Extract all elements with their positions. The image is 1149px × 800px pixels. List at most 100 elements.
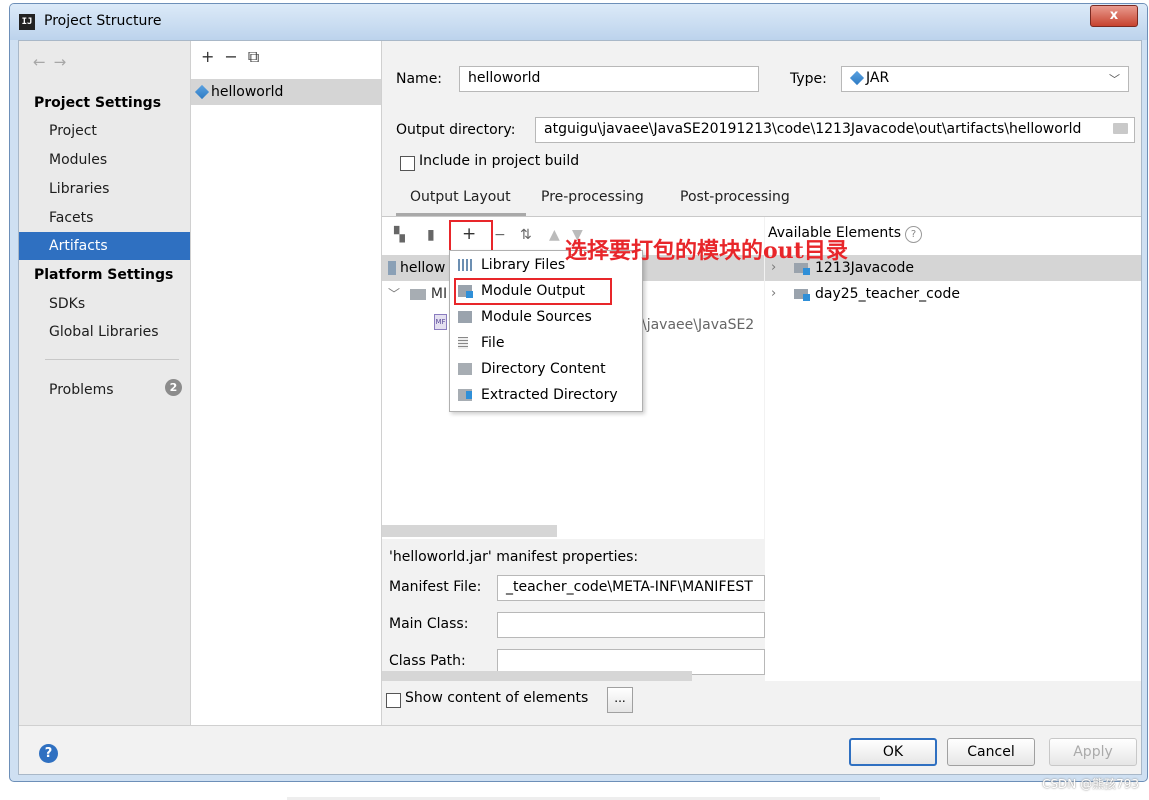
manifest-file-input[interactable]: _teacher_code\META-INF\MANIFEST [497, 575, 765, 601]
meta-inf-label: MI [430, 286, 448, 302]
available-item-label: day25_teacher_code [815, 286, 960, 302]
create-directory-icon[interactable]: ▚ [394, 227, 405, 243]
remove-artifact-icon[interactable]: − [224, 47, 247, 66]
jar-file-icon [388, 261, 396, 275]
help-icon[interactable]: ? [905, 226, 923, 243]
cancel-button[interactable]: Cancel [947, 738, 1035, 766]
available-elements-panel: Available Elements? › 1213Javacode › day… [765, 217, 1141, 681]
sidebar-item-modules[interactable]: Modules [19, 146, 190, 174]
show-content-checkbox[interactable] [386, 693, 401, 708]
extracted-directory-icon [458, 389, 472, 401]
output-directory-value: atguigu\javaee\JavaSE20191213\code\1213J… [544, 121, 1082, 137]
back-forward-icon[interactable]: ←→ [33, 53, 74, 71]
copy-artifact-icon[interactable]: ⧉ [248, 47, 269, 66]
module-output-highlight [454, 278, 612, 305]
chevron-right-icon: › [771, 286, 777, 301]
menu-item-label: File [481, 335, 505, 351]
manifest-properties-panel: 'helloworld.jar' manifest properties: Ma… [382, 539, 765, 681]
menu-item-label: Module Sources [481, 309, 592, 325]
tab-post-processing[interactable]: Post-processing [680, 189, 790, 205]
menu-item-label: Directory Content [481, 361, 606, 377]
dialog-footer: ? OK Cancel Apply [19, 725, 1141, 774]
dialog-content: ←→ Project Settings Project Modules Libr… [18, 40, 1142, 775]
artifact-editor: Name: helloworld Type: JAR ﹀ Output dire… [382, 41, 1141, 725]
jar-artifact-icon [194, 84, 210, 100]
tab-output-layout[interactable]: Output Layout [410, 189, 511, 205]
show-content-label: Show content of elements [405, 690, 589, 706]
folder-browse-icon[interactable] [1113, 123, 1128, 134]
jar-type-icon [849, 70, 865, 86]
name-label: Name: [396, 71, 443, 87]
sidebar-divider [45, 359, 179, 360]
tab-pre-processing[interactable]: Pre-processing [541, 189, 644, 205]
create-archive-icon[interactable]: ▮ [427, 227, 435, 243]
problems-count-badge: 2 [165, 379, 182, 396]
menu-item-extracted-directory[interactable]: Extracted Directory [450, 382, 642, 408]
sidebar-item-artifacts[interactable]: Artifacts [19, 232, 190, 260]
artifact-list-item-label: helloworld [211, 84, 284, 100]
menu-item-directory-content[interactable]: Directory Content [450, 356, 642, 382]
type-select-value: JAR [866, 70, 890, 86]
remove-element-icon[interactable]: − [494, 227, 506, 243]
window-title: Project Structure [44, 13, 162, 29]
manifest-path-fragment: \javaee\JavaSE2 [642, 317, 755, 333]
meta-inf-row[interactable]: ﹀ MI [388, 281, 447, 307]
project-settings-header: Project Settings [34, 95, 162, 111]
intellij-app-icon: IJ [19, 14, 35, 30]
close-button[interactable]: x [1090, 5, 1138, 27]
type-select[interactable]: JAR ﹀ [841, 66, 1129, 92]
settings-sidebar: ←→ Project Settings Project Modules Libr… [19, 41, 191, 725]
ok-button[interactable]: OK [849, 738, 937, 766]
add-element-popup-menu: Library Files Module Output Module Sourc… [449, 250, 643, 412]
menu-item-label: Extracted Directory [481, 387, 618, 403]
project-structure-window: IJ Project Structure x ←→ Project Settin… [9, 3, 1148, 782]
manifest-file-row[interactable]: MF [434, 307, 447, 337]
artifact-list-item[interactable]: helloworld [191, 79, 381, 105]
sidebar-item-sdks[interactable]: SDKs [19, 290, 190, 318]
chevron-down-icon: ﹀ [1109, 73, 1120, 86]
help-icon[interactable]: ? [39, 744, 58, 763]
output-directory-input[interactable]: atguigu\javaee\JavaSE20191213\code\1213J… [535, 117, 1135, 143]
apply-button[interactable]: Apply [1049, 738, 1137, 766]
main-class-input[interactable] [497, 612, 765, 638]
output-directory-label: Output directory: [396, 122, 516, 138]
manifest-file-label: Manifest File: [389, 579, 482, 595]
chevron-down-icon: ﹀ [388, 287, 401, 301]
type-label: Type: [790, 71, 827, 87]
sidebar-item-project[interactable]: Project [19, 117, 190, 145]
add-artifact-icon[interactable]: + [201, 47, 224, 66]
manifest-horizontal-scrollbar[interactable] [382, 671, 692, 681]
output-root-label: hellow [400, 260, 446, 276]
sidebar-item-libraries[interactable]: Libraries [19, 175, 190, 203]
available-item-day25[interactable]: › day25_teacher_code [765, 281, 1141, 307]
add-button-highlight [449, 220, 493, 252]
main-class-label: Main Class: [389, 616, 469, 632]
directory-icon [458, 363, 472, 375]
folder-icon [410, 288, 427, 300]
show-content-options-button[interactable]: ... [607, 687, 633, 713]
include-in-build-label: Include in project build [419, 153, 580, 169]
sort-elements-icon[interactable]: ⇅ [520, 227, 532, 243]
library-icon [458, 259, 472, 271]
menu-item-module-sources[interactable]: Module Sources [450, 304, 642, 330]
artifacts-list-panel: +−⧉ helloworld [191, 41, 382, 725]
artifacts-toolbar: +−⧉ [201, 47, 269, 67]
sidebar-item-facets[interactable]: Facets [19, 204, 190, 232]
title-bar: IJ Project Structure x [10, 4, 1147, 40]
class-path-label: Class Path: [389, 653, 466, 669]
move-up-icon[interactable]: ▲ [549, 227, 560, 243]
file-icon [458, 337, 468, 349]
menu-item-file[interactable]: File [450, 330, 642, 356]
include-in-build-checkbox[interactable] [400, 156, 415, 171]
module-icon [794, 289, 810, 301]
manifest-file-icon: MF [434, 314, 447, 330]
sidebar-item-problems[interactable]: Problems [19, 376, 190, 404]
sidebar-item-global-libraries[interactable]: Global Libraries [19, 318, 190, 346]
platform-settings-header: Platform Settings [34, 267, 174, 283]
manifest-title: 'helloworld.jar' manifest properties: [389, 549, 639, 565]
red-annotation-text: 选择要打包的模块的out目录 [565, 238, 848, 264]
name-input[interactable]: helloworld [459, 66, 759, 92]
layout-horizontal-scrollbar[interactable] [382, 525, 557, 537]
menu-item-label: Library Files [481, 257, 566, 273]
csdn-watermark: CSDN @熊孩793 [1042, 777, 1139, 791]
